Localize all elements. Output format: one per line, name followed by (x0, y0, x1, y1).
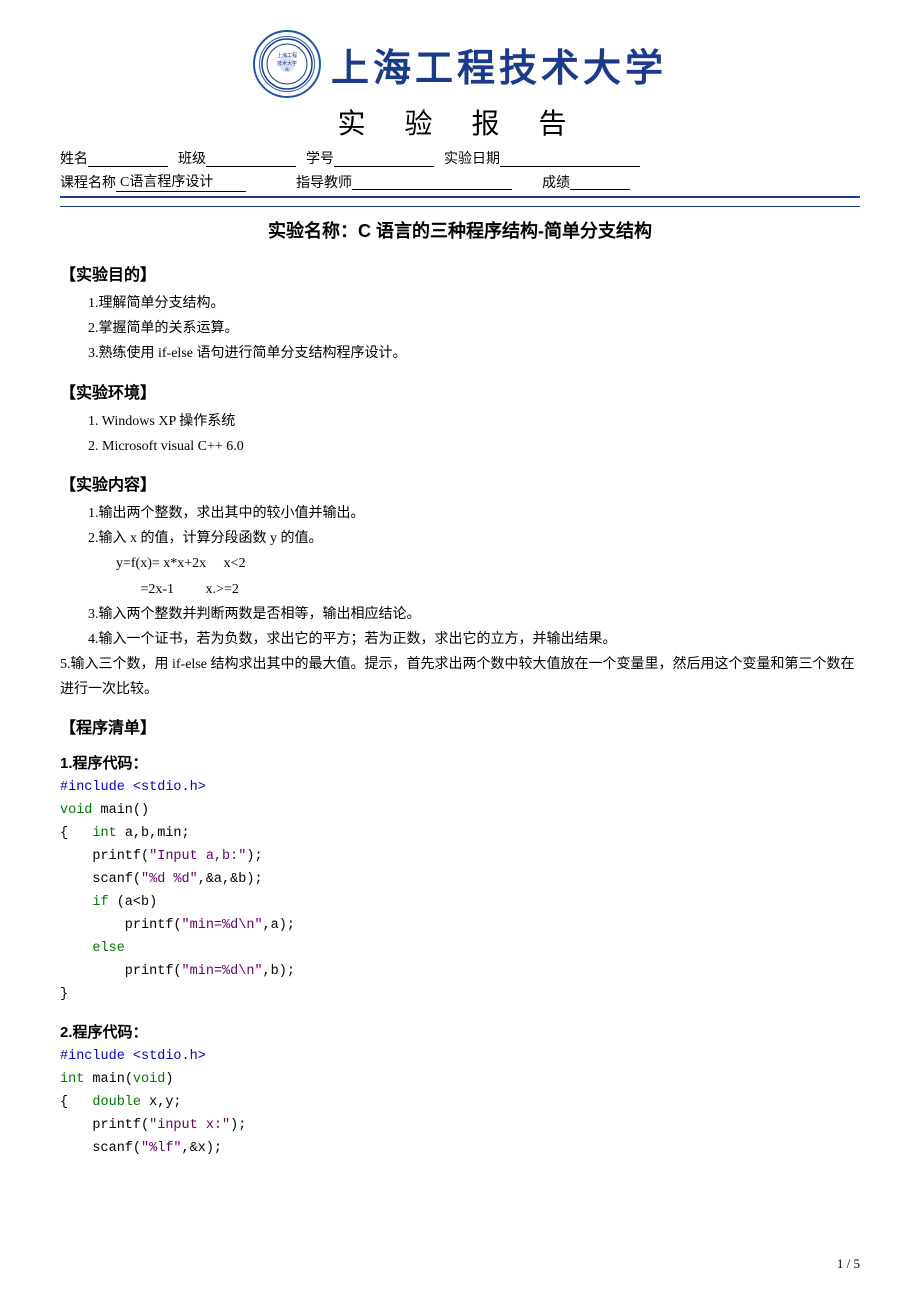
environment-header: 【实验环境】 (60, 379, 860, 403)
environment-content: 1. Windows XP 操作系统 2. Microsoft visual C… (60, 409, 860, 459)
university-logo: 上海工程 技术大学 (253, 30, 321, 98)
course-value: C语言程序设计 (116, 171, 246, 192)
purpose-content: 1.理解简单分支结构。 2.掌握简单的关系运算。 3.熟练使用 if-else … (60, 291, 860, 367)
university-name: 上海工程技术大学 (331, 37, 667, 92)
program1-title: 1.程序代码： (60, 752, 860, 773)
code-list-header: 【程序清单】 (60, 714, 860, 738)
page-number: 1 / 5 (837, 1256, 860, 1272)
info-section: 姓名 班级 学号 实验日期 课程名称 C语言程序设计 指导教师 成绩 (60, 148, 860, 192)
score-label: 成绩 (542, 172, 570, 192)
class-label: 班级 (178, 148, 206, 168)
divider-bottom (60, 206, 860, 207)
divider-top (60, 196, 860, 198)
purpose-header: 【实验目的】 (60, 261, 860, 285)
content-items: 1.输出两个整数，求出其中的较小值并输出。 2.输入 x 的值，计算分段函数 y… (60, 501, 860, 703)
content-header: 【实验内容】 (60, 471, 860, 495)
program2-title: 2.程序代码： (60, 1021, 860, 1042)
program1-code: #include <stdio.h> void main() { int a,b… (60, 777, 860, 1006)
course-label: 课程名称 (60, 172, 116, 192)
id-label: 学号 (306, 148, 334, 168)
date-label: 实验日期 (444, 148, 500, 168)
teacher-label: 指导教师 (296, 172, 352, 192)
svg-text:技术大学: 技术大学 (277, 60, 297, 67)
svg-text:上海工程: 上海工程 (277, 52, 297, 59)
report-title: 实 验 报 告 (337, 102, 582, 142)
experiment-title: 实验名称：C 语言的三种程序结构-简单分支结构 (60, 217, 860, 243)
name-label: 姓名 (60, 148, 88, 168)
program2-code: #include <stdio.h> int main(void) { doub… (60, 1046, 860, 1161)
